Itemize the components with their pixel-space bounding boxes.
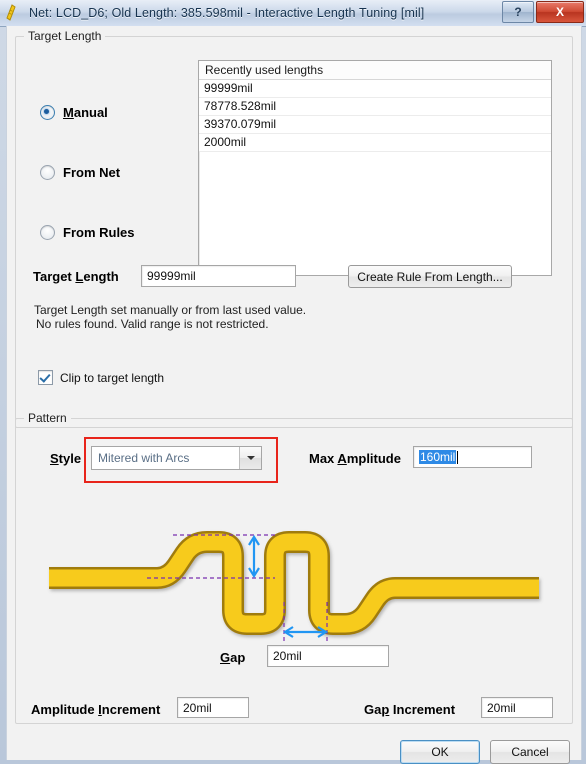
gap-value: 20mil [273, 649, 302, 663]
gap-increment-input[interactable]: 20mil [481, 697, 553, 718]
radio-from-rules[interactable]: From Rules [40, 225, 135, 240]
radio-from-net-label: From Net [63, 165, 121, 180]
target-length-note-line1: Target Length set manually or from last … [34, 303, 307, 317]
max-amplitude-label-post: mplitude [346, 451, 401, 466]
radio-from-net-indicator[interactable] [40, 165, 55, 180]
list-item[interactable]: 99999mil [199, 80, 551, 98]
pattern-diagram [27, 506, 561, 656]
amplitude-increment-label-pre: Amplitude [31, 702, 99, 717]
max-amplitude-value: 160mil [419, 450, 457, 464]
target-length-legend: Target Length [24, 29, 106, 43]
recently-used-lengths-list[interactable]: Recently used lengths 99999mil 78778.528… [198, 60, 552, 276]
gap-increment-label-pre: Ga [364, 702, 382, 717]
target-length-label: Target Length [33, 269, 119, 284]
close-button[interactable]: X [536, 1, 584, 23]
list-item[interactable]: 78778.528mil [199, 98, 551, 116]
chevron-down-icon[interactable] [239, 447, 261, 469]
target-length-value: 99999mil [147, 269, 196, 283]
style-value: Mitered with Arcs [98, 451, 190, 465]
amplitude-increment-label-post: ncrement [101, 702, 161, 717]
gap-double-arrow [282, 626, 329, 638]
max-amplitude-label: Max Amplitude [309, 451, 401, 466]
interactive-length-tuning-dialog: Net: LCD_D6; Old Length: 385.598mil - In… [0, 0, 586, 764]
target-length-label-post: ength [83, 269, 119, 284]
title-bar[interactable]: Net: LCD_D6; Old Length: 385.598mil - In… [0, 0, 586, 27]
target-length-label-pre: Target [33, 269, 76, 284]
pattern-legend: Pattern [24, 411, 71, 425]
target-length-input[interactable]: 99999mil [141, 265, 296, 287]
max-amplitude-label-pre: Max [309, 451, 338, 466]
text-caret [457, 450, 459, 464]
style-label-acc: S [50, 451, 59, 466]
max-amplitude-label-acc: A [337, 451, 347, 466]
style-label: Style [50, 451, 81, 466]
ok-button[interactable]: OK [400, 740, 480, 764]
gap-increment-label-post: Increment [389, 702, 456, 717]
style-label-post: tyle [58, 451, 82, 466]
radio-manual-label: Manual [63, 105, 108, 120]
radio-from-rules-label: From Rules [63, 225, 135, 240]
dialog-client-area: Target Length Manual From Net From Rules… [6, 26, 582, 764]
gap-increment-value: 20mil [487, 700, 516, 715]
clip-checkbox-indicator[interactable] [38, 370, 53, 385]
cancel-button[interactable]: Cancel [490, 740, 570, 764]
list-item[interactable]: 2000mil [199, 134, 551, 152]
list-item[interactable]: 39370.079mil [199, 116, 551, 134]
recently-used-header: Recently used lengths [199, 61, 551, 80]
gap-label-acc: G [220, 650, 231, 665]
amplitude-double-arrow [248, 534, 260, 579]
help-button[interactable]: ? [502, 1, 534, 23]
caption-buttons: ? X [500, 1, 584, 23]
amplitude-increment-label: Amplitude Increment [31, 702, 160, 717]
gap-increment-label: Gap Increment [364, 702, 455, 717]
radio-from-net[interactable]: From Net [40, 165, 120, 180]
amplitude-increment-input[interactable]: 20mil [177, 697, 249, 718]
window-title: Net: LCD_D6; Old Length: 385.598mil - In… [29, 6, 425, 20]
gap-label-post: ap [230, 650, 246, 665]
clip-to-target-length-checkbox[interactable]: Clip to target length [38, 370, 164, 385]
radio-manual-acc: M [63, 105, 74, 120]
length-tuning-icon [4, 2, 26, 24]
amplitude-increment-value: 20mil [183, 700, 212, 715]
gap-input[interactable]: 20mil [267, 645, 389, 667]
max-amplitude-input[interactable]: 160mil [413, 446, 532, 468]
target-length-note-line2: No rules found. Valid range is not restr… [36, 317, 269, 331]
radio-from-rules-indicator[interactable] [40, 225, 55, 240]
style-combobox[interactable]: Mitered with Arcs [91, 446, 262, 470]
radio-manual[interactable]: Manual [40, 105, 108, 120]
radio-manual-text: anual [73, 105, 108, 120]
clip-checkbox-label: Clip to target length [60, 370, 165, 385]
radio-manual-indicator[interactable] [40, 105, 55, 120]
create-rule-from-length-button[interactable]: Create Rule From Length... [348, 265, 512, 288]
gap-label: Gap [220, 650, 245, 665]
